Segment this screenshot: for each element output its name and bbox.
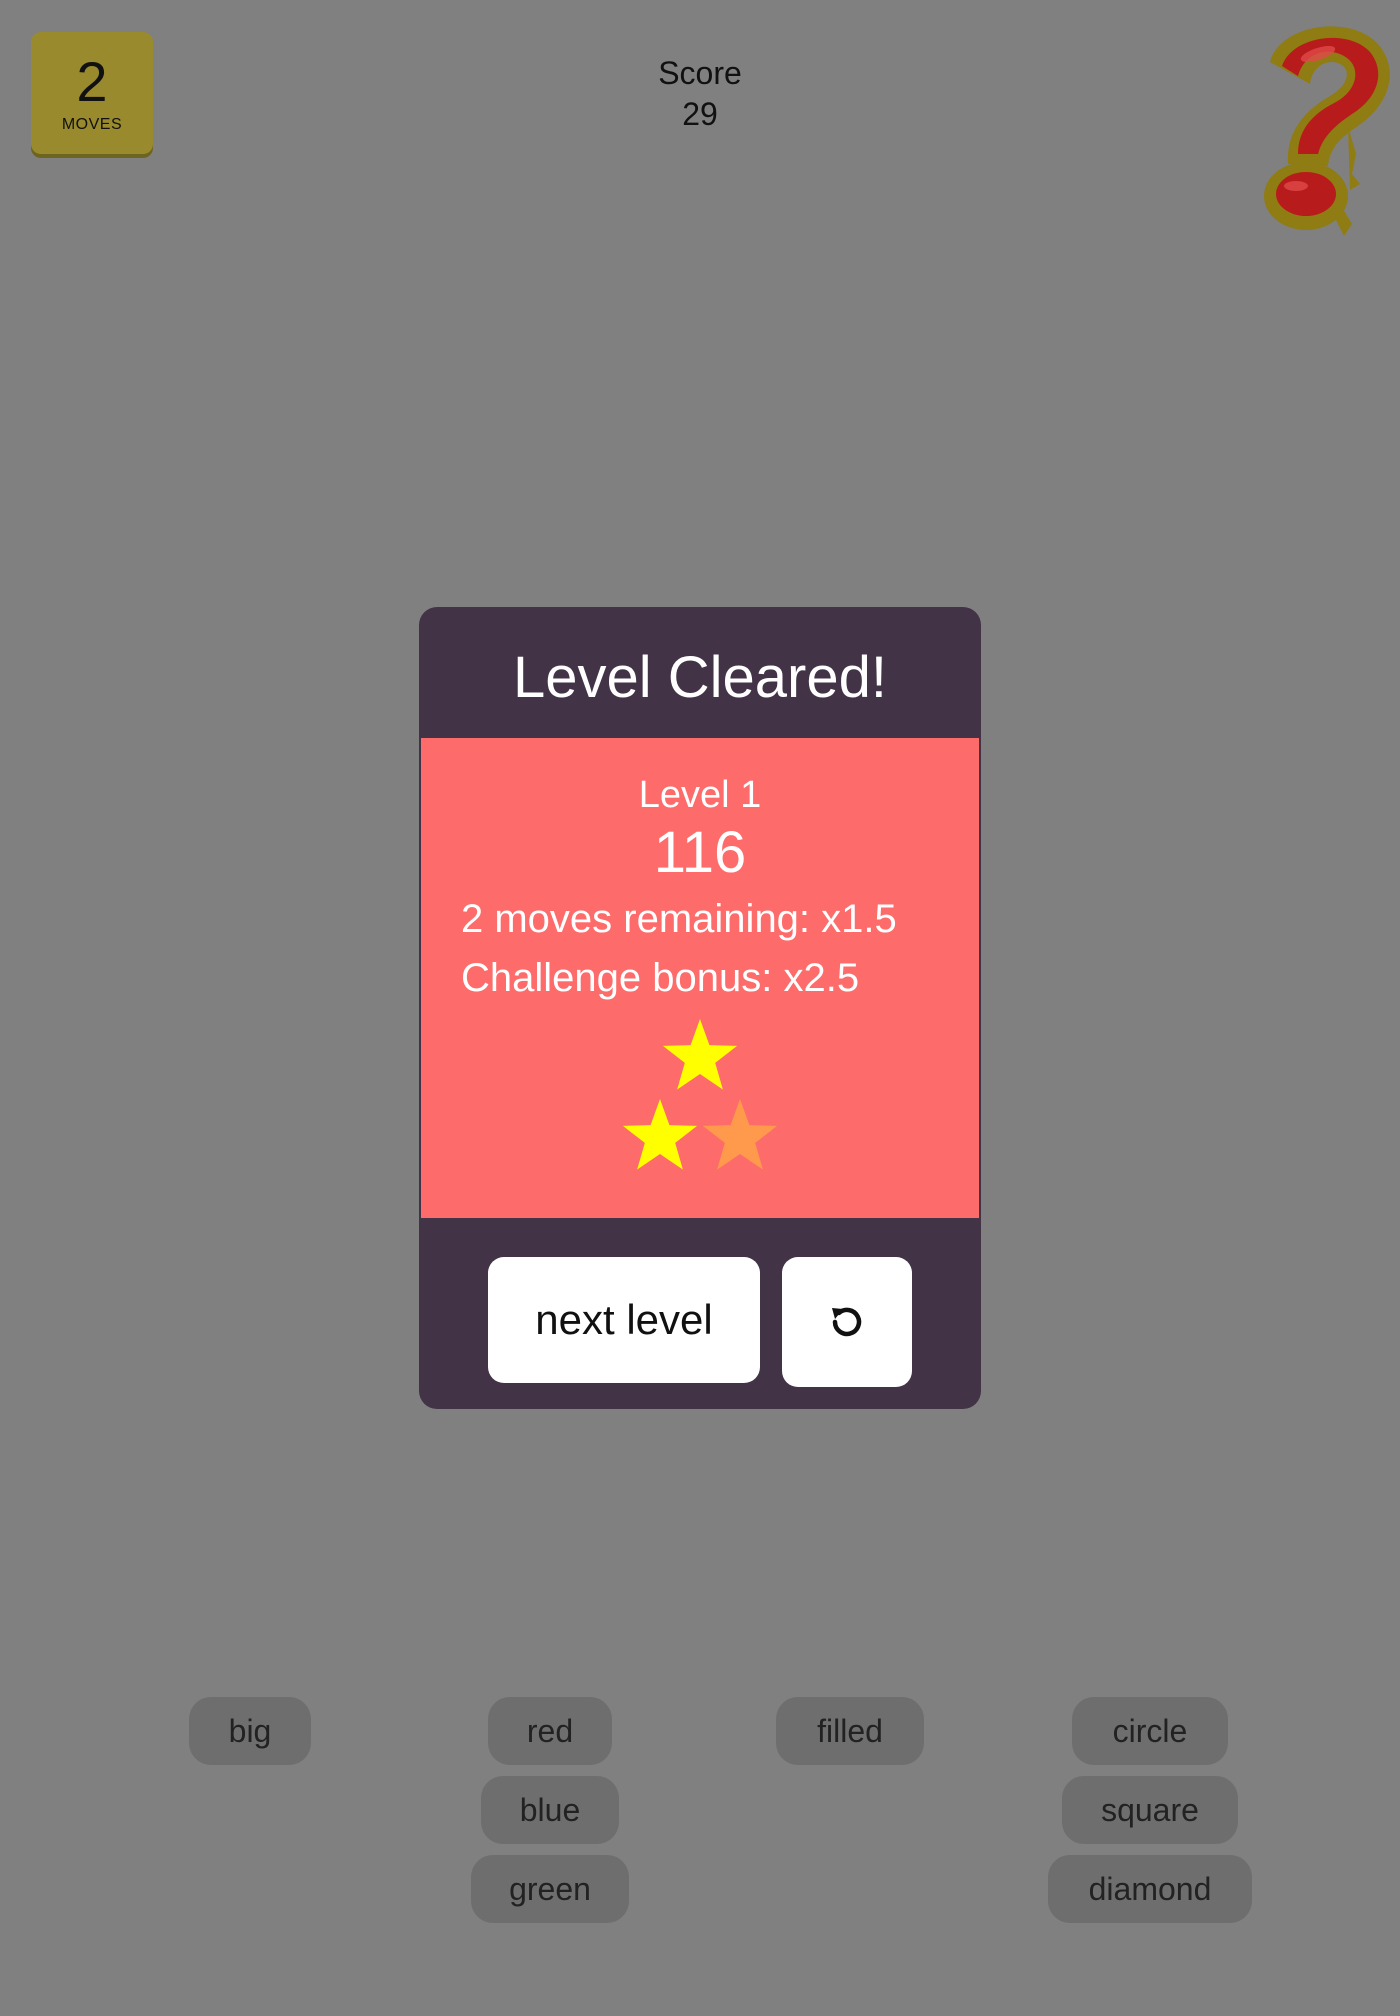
dialog-title: Level Cleared! <box>513 645 887 710</box>
level-score: 116 <box>653 820 747 885</box>
chip-color-green[interactable]: green <box>471 1855 629 1923</box>
star-filled-icon <box>662 1019 738 1090</box>
score-value: 29 <box>682 96 718 132</box>
level-label: Level 1 <box>638 774 762 816</box>
moves-count: 2 <box>76 50 108 113</box>
moves-counter: 2 MOVES <box>31 32 153 154</box>
chip-shape-circle[interactable]: circle <box>1072 1697 1228 1765</box>
score-label: Score <box>658 55 742 91</box>
results-panel: Level 1 116 2 moves remaining: x1.5 Chal… <box>421 738 979 1218</box>
challenge-bonus-text: Challenge bonus: x2.5 <box>461 956 860 1000</box>
chip-color-blue[interactable]: blue <box>481 1776 619 1844</box>
chip-shape-diamond[interactable]: diamond <box>1048 1855 1252 1923</box>
chip-size-big[interactable]: big <box>189 1697 311 1765</box>
moves-label: MOVES <box>61 116 123 133</box>
chip-shape-square[interactable]: square <box>1062 1776 1238 1844</box>
restart-button[interactable] <box>782 1257 912 1387</box>
moves-bonus-text: 2 moves remaining: x1.5 <box>461 897 897 941</box>
star-empty-icon <box>702 1099 778 1170</box>
score-display: Score 29 <box>600 52 800 134</box>
chip-color-red[interactable]: red <box>488 1697 612 1765</box>
next-level-button[interactable]: next level <box>488 1257 760 1383</box>
level-cleared-dialog: Level Cleared! Level 1 116 2 moves remai… <box>419 607 981 1409</box>
restart-icon <box>832 1307 862 1337</box>
star-filled-icon <box>622 1099 698 1170</box>
chip-fill-filled[interactable]: filled <box>776 1697 924 1765</box>
question-mark-icon[interactable] <box>1240 14 1390 236</box>
star-rating <box>622 1019 778 1170</box>
